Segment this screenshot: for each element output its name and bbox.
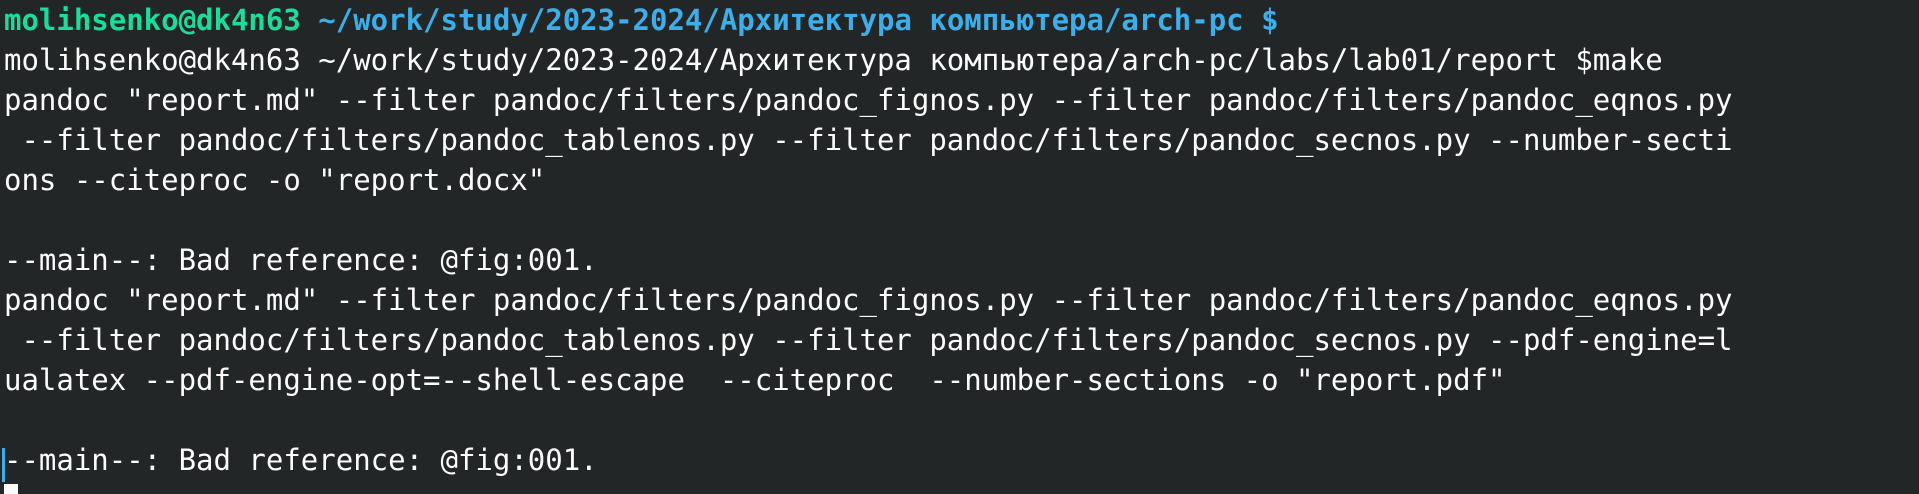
output-line-9: ualatex --pdf-engine-opt=--shell-escape … <box>4 363 1506 397</box>
output-line-4: ons --citeproc -o "report.docx" <box>4 163 546 197</box>
terminal-window[interactable]: molihsenko@dk4n63 ~/work/study/2023-2024… <box>0 0 1919 494</box>
output-line-6: --main--: Bad reference: @fig:001. <box>4 243 598 277</box>
output-line-2: pandoc "report.md" --filter pandoc/filte… <box>4 83 1733 117</box>
output-line-11: --main--: Bad reference: @fig:001. <box>4 443 598 477</box>
text-cursor <box>4 484 18 494</box>
output-line-10 <box>4 400 1919 440</box>
output-line-5 <box>4 200 1919 240</box>
prompt-line: molihsenko@dk4n63 ~/work/study/2023-2024… <box>4 0 1919 40</box>
output-line-3: --filter pandoc/filters/pandoc_tablenos.… <box>4 123 1733 157</box>
prompt-user-host: molihsenko@dk4n63 <box>4 3 301 37</box>
output-line-8: --filter pandoc/filters/pandoc_tablenos.… <box>4 323 1733 357</box>
output-line-7: pandoc "report.md" --filter pandoc/filte… <box>4 283 1733 317</box>
output-line-1: molihsenko@dk4n63 ~/work/study/2023-2024… <box>4 43 1663 77</box>
prompt-path: ~/work/study/2023-2024/Архитектура компь… <box>318 3 1244 37</box>
line-marker <box>2 448 5 482</box>
prompt-sign: $ <box>1261 3 1279 37</box>
